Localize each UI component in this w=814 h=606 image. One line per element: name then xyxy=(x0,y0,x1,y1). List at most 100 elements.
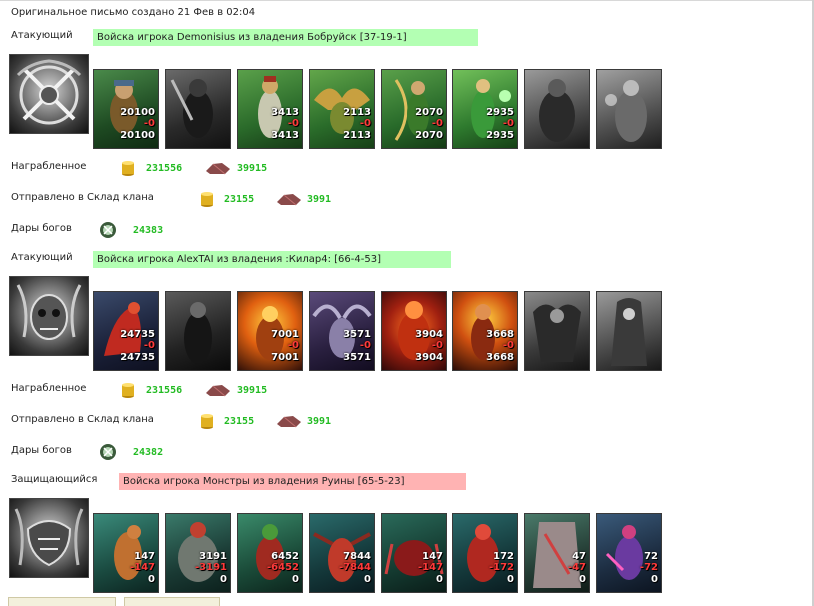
plundered-gold-value: 231556 xyxy=(146,163,183,174)
unit-card: 47 -47 0 xyxy=(524,513,590,593)
ore-icon xyxy=(206,385,230,397)
unit-count: 172 xyxy=(493,551,514,562)
unit-remaining: 0 xyxy=(651,574,658,585)
unit-loss: -0 xyxy=(502,118,514,129)
unit-count: 3191 xyxy=(199,551,227,562)
unit-card: 72 -72 0 xyxy=(596,513,662,593)
unit-portrait xyxy=(533,304,581,362)
unit-count: 72 xyxy=(644,551,658,562)
unit-remaining: 7001 xyxy=(271,352,299,363)
unit-card: 2070 -0 2070 xyxy=(381,69,447,149)
section-2-banner: Войска игрока AlexTAI из владения :Килар… xyxy=(93,251,451,268)
unit-loss: -3191 xyxy=(195,562,227,573)
gold-icon xyxy=(201,192,213,207)
unit-remaining: 3413 xyxy=(271,130,299,141)
gifts-label: Дары богов xyxy=(11,223,72,234)
unit-remaining: 2935 xyxy=(486,130,514,141)
unit-portrait xyxy=(611,298,647,366)
section-2-role: Атакующий xyxy=(11,252,73,263)
unit-count: 20100 xyxy=(120,107,155,118)
unit-count: 147 xyxy=(422,551,443,562)
unit-count: 6452 xyxy=(271,551,299,562)
unit-remaining: 0 xyxy=(364,574,371,585)
bottom-tab-right[interactable] xyxy=(124,597,220,606)
bottom-tab-left[interactable] xyxy=(8,597,116,606)
unit-remaining: 24735 xyxy=(120,352,155,363)
unit-remaining: 2113 xyxy=(343,130,371,141)
unit-count: 3413 xyxy=(271,107,299,118)
unit-count: 3668 xyxy=(486,329,514,340)
unit-portrait xyxy=(605,80,647,142)
unit-loss: -6452 xyxy=(267,562,299,573)
unit-card: 172 -172 0 xyxy=(452,513,518,593)
unit-remaining: 0 xyxy=(579,574,586,585)
unit-card: 2935 -0 2935 xyxy=(452,69,518,149)
unit-loss: -47 xyxy=(567,562,586,573)
unit-loss: -7844 xyxy=(339,562,371,573)
unit-count: 147 xyxy=(134,551,155,562)
unit-loss: -0 xyxy=(359,118,371,129)
warehouse-ore-value: 3991 xyxy=(307,194,332,205)
unit-count: 2113 xyxy=(343,107,371,118)
unit-count: 7001 xyxy=(271,329,299,340)
original-letter-header: Оригинальное письмо создано 21 Фев в 02:… xyxy=(11,7,256,18)
unit-card xyxy=(165,291,231,371)
unit-remaining: 3668 xyxy=(486,352,514,363)
gold-icon xyxy=(122,161,134,176)
unit-card: 20100 -0 20100 xyxy=(93,69,159,149)
unit-remaining: 0 xyxy=(220,574,227,585)
unit-card: 3904 -0 3904 xyxy=(381,291,447,371)
unit-loss: -0 xyxy=(502,340,514,351)
unit-loss: -0 xyxy=(431,340,443,351)
unit-loss: -0 xyxy=(287,118,299,129)
unit-loss: -147 xyxy=(417,562,443,573)
frame-top-border xyxy=(0,0,812,1)
warehouse-label: Отправлено в Склад клана xyxy=(11,192,154,203)
plundered-gold-value: 231556 xyxy=(146,385,183,396)
unit-remaining: 3571 xyxy=(343,352,371,363)
plundered-ore-value: 39915 xyxy=(237,385,268,396)
unit-loss: -0 xyxy=(143,340,155,351)
gifts-label: Дары богов xyxy=(11,445,72,456)
unit-card: 3191 -3191 0 xyxy=(165,513,231,593)
gold-icon xyxy=(201,414,213,429)
unit-remaining: 0 xyxy=(292,574,299,585)
unit-card: 7001 -0 7001 xyxy=(237,291,303,371)
unit-loss: -0 xyxy=(287,340,299,351)
unit-count: 24735 xyxy=(120,329,155,340)
unit-card: 2113 -0 2113 xyxy=(309,69,375,149)
unit-loss: -0 xyxy=(143,118,155,129)
section-3-banner: Войска игрока Монстры из владения Руины … xyxy=(119,473,466,490)
ore-icon xyxy=(277,416,301,428)
gift-crystal-icon xyxy=(100,222,116,238)
unit-card xyxy=(596,291,662,371)
section-3-role: Защищающийся xyxy=(11,474,98,485)
unit-count: 2935 xyxy=(486,107,514,118)
unit-loss: -72 xyxy=(639,562,658,573)
warehouse-gold-value: 23155 xyxy=(224,416,255,427)
unit-remaining: 0 xyxy=(507,574,514,585)
unit-card: 3668 -0 3668 xyxy=(452,291,518,371)
section-1-banner: Войска игрока Demonisius из владения Боб… xyxy=(93,29,478,46)
unit-remaining: 0 xyxy=(436,574,443,585)
unit-card xyxy=(596,69,662,149)
unit-count: 3571 xyxy=(343,329,371,340)
unit-remaining: 2070 xyxy=(415,130,443,141)
plundered-label: Награбленное xyxy=(11,383,87,394)
unit-loss: -0 xyxy=(359,340,371,351)
unit-loss: -0 xyxy=(431,118,443,129)
unit-card: 3571 -0 3571 xyxy=(309,291,375,371)
unit-count: 3904 xyxy=(415,329,443,340)
warehouse-label: Отправлено в Склад клана xyxy=(11,414,154,425)
plundered-label: Награбленное xyxy=(11,161,87,172)
unit-remaining: 3904 xyxy=(415,352,443,363)
unit-remaining: 0 xyxy=(148,574,155,585)
unit-portrait xyxy=(539,79,575,142)
gift-crystal-icon xyxy=(100,444,116,460)
unit-count: 2070 xyxy=(415,107,443,118)
unit-card: 6452 -6452 0 xyxy=(237,513,303,593)
warehouse-gold-value: 23155 xyxy=(224,194,255,205)
unit-count: 7844 xyxy=(343,551,371,562)
guild-emblem-2 xyxy=(9,276,89,356)
unit-remaining: 20100 xyxy=(120,130,155,141)
